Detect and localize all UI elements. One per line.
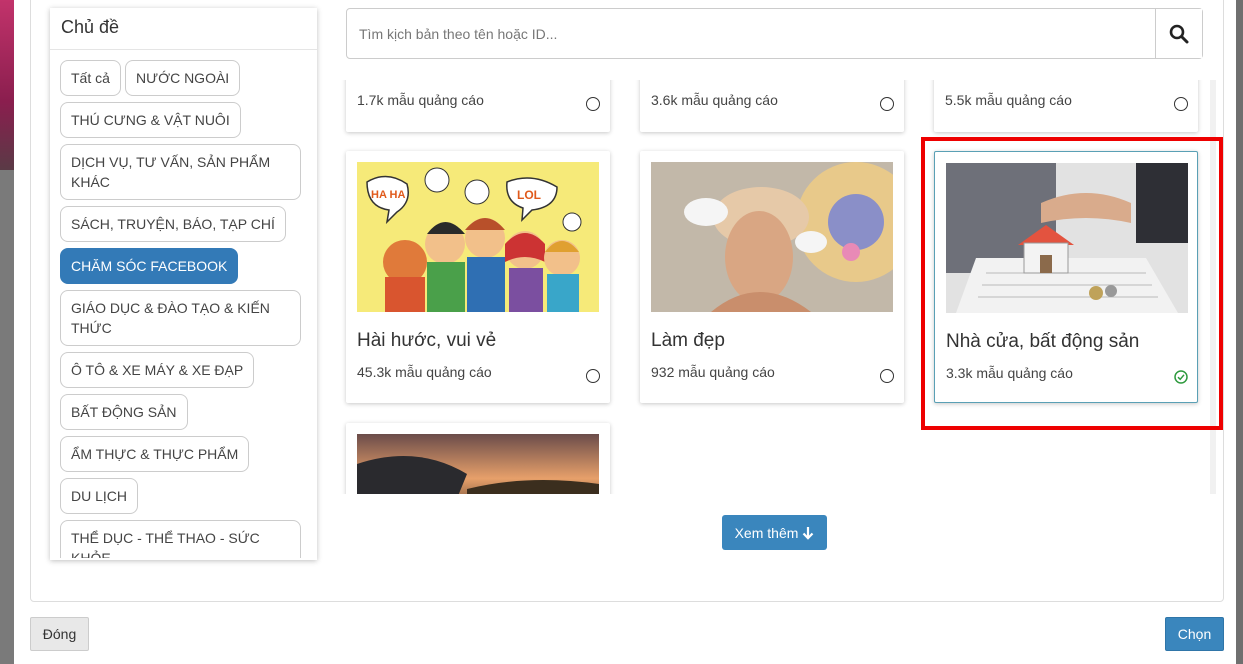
backdrop-image — [0, 0, 14, 170]
card-count: 5.5k mẫu quảng cáo — [945, 92, 1072, 108]
topic-card-travel[interactable] — [346, 423, 610, 494]
load-more-label: Xem thêm — [734, 524, 799, 541]
topic-picker-modal: Chủ đề Tất cả NƯỚC NGOÀI THÚ CƯNG & VẬT … — [14, 0, 1236, 664]
card-count: 1.7k mẫu quảng cáo — [357, 92, 484, 108]
tag-pets[interactable]: THÚ CƯNG & VẬT NUÔI — [60, 102, 241, 138]
card-count: 932 mẫu quảng cáo — [651, 364, 775, 380]
card-count: 3.6k mẫu quảng cáo — [651, 92, 778, 108]
card-title: Làm đẹp — [651, 330, 725, 351]
radio-icon[interactable] — [880, 97, 894, 111]
tag-food[interactable]: ẨM THỰC & THỰC PHẨM — [60, 436, 250, 472]
search-box — [346, 8, 1203, 59]
load-more-button[interactable]: Xem thêm — [722, 515, 827, 550]
sidebar-title: Chủ đề — [50, 8, 317, 50]
comic-lol-text: LOL — [517, 188, 541, 202]
tag-services[interactable]: DỊCH VỤ, TƯ VẤN, SẢN PHẨM KHÁC — [60, 144, 301, 200]
radio-icon[interactable] — [880, 369, 894, 383]
page-backdrop-left — [0, 0, 14, 664]
tag-real-estate[interactable]: BẤT ĐỘNG SẢN — [60, 394, 188, 430]
choose-button[interactable]: Chọn — [1165, 617, 1224, 651]
topic-card-humor[interactable]: HA HA LOL Hài hước, vui vẻ 45.3k mẫu quả… — [346, 151, 610, 403]
tag-sports-health[interactable]: THỂ DỤC - THỂ THAO - SỨC KHỎE — [60, 520, 301, 558]
topic-card[interactable]: 5.5k mẫu quảng cáo — [934, 80, 1198, 132]
topic-card-beauty[interactable]: Làm đẹp 932 mẫu quảng cáo — [640, 151, 904, 403]
search-icon — [1169, 24, 1189, 43]
beauty-photo — [651, 162, 893, 312]
page-backdrop-right — [1236, 0, 1243, 664]
tag-education[interactable]: GIÁO DỤC & ĐÀO TẠO & KIẾN THỨC — [60, 290, 301, 346]
radio-icon[interactable] — [586, 97, 600, 111]
tag-books[interactable]: SÁCH, TRUYỆN, BÁO, TẠP CHÍ — [60, 206, 286, 242]
arrow-down-icon — [803, 526, 814, 540]
topic-tag-list[interactable]: Tất cả NƯỚC NGOÀI THÚ CƯNG & VẬT NUÔI DỊ… — [60, 58, 305, 558]
tag-vehicles[interactable]: Ô TÔ & XE MÁY & XE ĐẠP — [60, 352, 255, 388]
topic-sidebar: Chủ đề Tất cả NƯỚC NGOÀI THÚ CƯNG & VẬT … — [50, 8, 317, 560]
tag-facebook-care[interactable]: CHĂM SÓC FACEBOOK — [60, 248, 239, 284]
topic-card[interactable]: 3.6k mẫu quảng cáo — [640, 80, 904, 132]
card-title: Hài hước, vui vẻ — [357, 330, 497, 351]
radio-icon[interactable] — [1174, 97, 1188, 111]
comic-ha-text: HA HA — [371, 189, 405, 201]
search-button[interactable] — [1155, 9, 1202, 58]
tag-all[interactable]: Tất cả — [60, 60, 121, 96]
radio-icon[interactable] — [586, 369, 600, 383]
tag-travel[interactable]: DU LỊCH — [60, 478, 139, 514]
search-input[interactable] — [347, 9, 1155, 58]
tag-foreign[interactable]: NƯỚC NGOÀI — [125, 60, 241, 96]
card-count: 45.3k mẫu quảng cáo — [357, 364, 492, 380]
close-button[interactable]: Đóng — [30, 617, 89, 651]
selection-highlight-box — [921, 137, 1223, 430]
topic-card[interactable]: 1.7k mẫu quảng cáo — [346, 80, 610, 132]
humor-illustration: HA HA LOL — [357, 162, 599, 312]
travel-photo — [357, 434, 599, 494]
